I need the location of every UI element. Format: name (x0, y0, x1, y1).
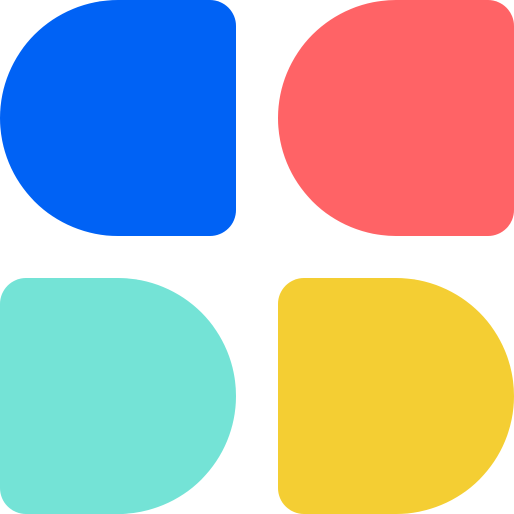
logo-tile-top-right (278, 0, 514, 236)
logo-tile-top-left (0, 0, 236, 236)
logo-tile-bottom-right (278, 278, 514, 514)
logo-tile-bottom-left (0, 278, 236, 514)
logo-mark (0, 0, 514, 514)
